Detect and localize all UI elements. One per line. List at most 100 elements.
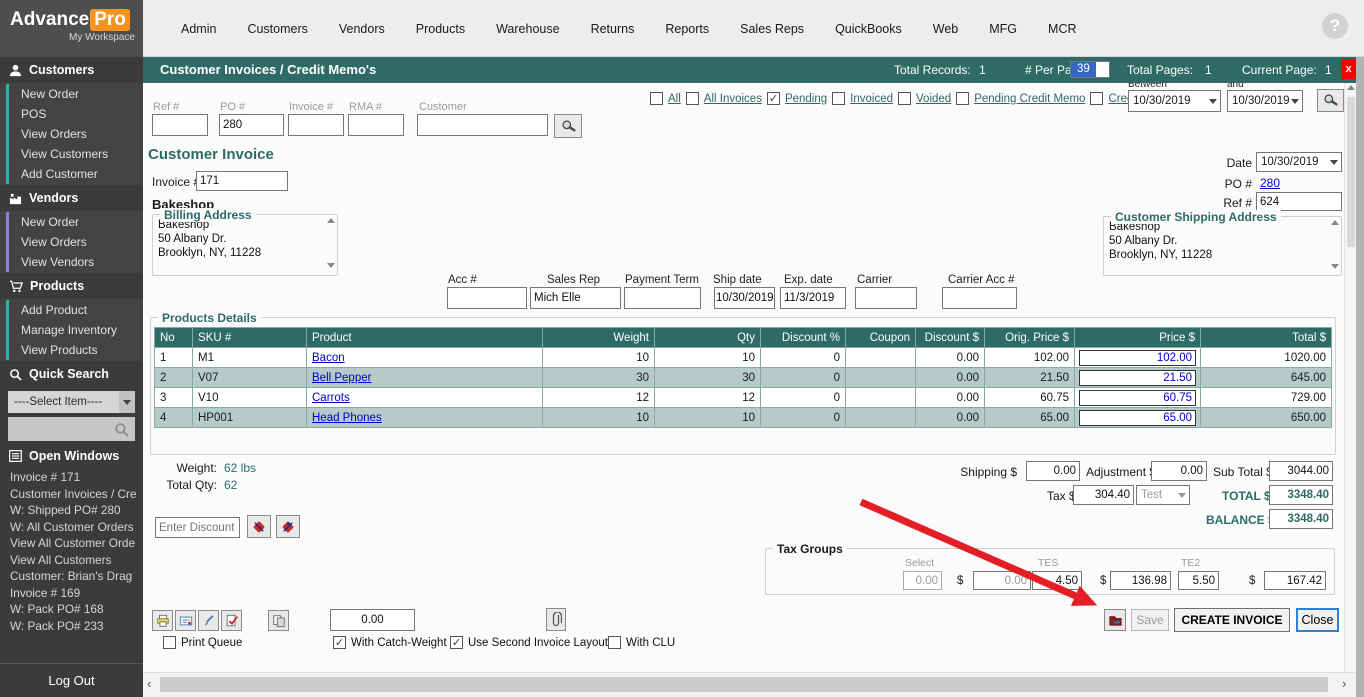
- open-window-item[interactable]: View All Customers: [0, 552, 143, 569]
- print-button[interactable]: [152, 610, 173, 631]
- vertical-scroll-thumb[interactable]: [1347, 97, 1355, 247]
- help-icon[interactable]: ?: [1322, 13, 1348, 39]
- filter-pending-credit-memo-label[interactable]: Pending Credit Memo: [974, 93, 1085, 105]
- scroll-down-icon[interactable]: [1331, 264, 1339, 269]
- open-window-item[interactable]: Invoice # 169: [0, 585, 143, 602]
- open-window-item[interactable]: Customer: Brian's Drag: [0, 568, 143, 585]
- nav-returns[interactable]: Returns: [591, 22, 635, 36]
- po-search-input[interactable]: [219, 114, 284, 136]
- billing-scroll[interactable]: [327, 218, 335, 268]
- horizontal-scroll-thumb[interactable]: [160, 677, 1328, 692]
- nav-quickbooks[interactable]: QuickBooks: [835, 22, 902, 36]
- scroll-right-icon[interactable]: ›: [1342, 676, 1346, 691]
- filter-pending-credit-memo-checkbox[interactable]: [956, 92, 969, 105]
- filter-all-invoices-label[interactable]: All Invoices: [704, 93, 762, 105]
- date-from-select[interactable]: 10/30/2019: [1128, 90, 1221, 112]
- exp-date-input[interactable]: [780, 287, 846, 309]
- quick-search-select[interactable]: ----Select Item----: [8, 391, 135, 413]
- sidebar-item-vendor-view-orders[interactable]: View Orders: [6, 232, 143, 252]
- price-input[interactable]: 60.75: [1079, 390, 1196, 406]
- product-link[interactable]: Head Phones: [312, 412, 382, 424]
- open-window-item[interactable]: W: Shipped PO# 280: [0, 502, 143, 519]
- nav-vendors[interactable]: Vendors: [339, 22, 385, 36]
- nav-admin[interactable]: Admin: [181, 22, 216, 36]
- nav-mcr[interactable]: MCR: [1048, 22, 1076, 36]
- nav-reports[interactable]: Reports: [665, 22, 709, 36]
- brush-button[interactable]: [198, 610, 219, 631]
- date-to-select[interactable]: 10/30/2019: [1227, 90, 1303, 112]
- quick-search-input[interactable]: [8, 417, 135, 441]
- sidebar-item-add-product[interactable]: Add Product: [6, 300, 143, 320]
- price-input[interactable]: 102.00: [1079, 350, 1196, 366]
- filter-invoiced-label[interactable]: Invoiced: [850, 93, 893, 105]
- open-window-item[interactable]: W: Pack PO# 233: [0, 618, 143, 635]
- void-button[interactable]: [221, 610, 242, 631]
- sidebar-item-pos[interactable]: POS: [6, 104, 143, 124]
- shipping-scroll[interactable]: [1331, 220, 1339, 269]
- ref-search-input[interactable]: [152, 114, 208, 136]
- nav-customers[interactable]: Customers: [247, 22, 307, 36]
- second-layout-checkbox[interactable]: ✓: [450, 636, 463, 649]
- sidebar-item-view-products[interactable]: View Products: [6, 340, 143, 360]
- scroll-up-icon[interactable]: [1331, 220, 1339, 225]
- carrier-input[interactable]: [855, 287, 917, 309]
- nav-web[interactable]: Web: [933, 22, 958, 36]
- attachment-button[interactable]: [546, 608, 566, 631]
- apply-discount-button[interactable]: [247, 515, 271, 538]
- filter-search-button[interactable]: [1317, 89, 1344, 112]
- tax-group-rate-input[interactable]: [903, 571, 942, 590]
- acc-input[interactable]: [447, 287, 527, 309]
- product-link[interactable]: Bacon: [312, 352, 345, 364]
- sidebar-item-manage-inventory[interactable]: Manage Inventory: [6, 320, 143, 340]
- horizontal-scrollbar[interactable]: ‹ ›: [143, 672, 1356, 697]
- open-window-item[interactable]: W: All Customer Orders: [0, 519, 143, 536]
- open-window-item[interactable]: Invoice # 171: [0, 469, 143, 486]
- customer-search-input[interactable]: [417, 114, 548, 136]
- sidebar-item-new-order[interactable]: New Order: [6, 84, 143, 104]
- filter-voided-checkbox[interactable]: [898, 92, 911, 105]
- tax-group-rate-input[interactable]: [1178, 571, 1219, 590]
- with-clu-checkbox[interactable]: [608, 636, 621, 649]
- ship-date-input[interactable]: [714, 287, 775, 309]
- po-link[interactable]: 280: [1260, 176, 1280, 190]
- scroll-up-icon[interactable]: [1347, 85, 1355, 90]
- catch-weight-checkbox[interactable]: ✓: [333, 636, 346, 649]
- create-invoice-button[interactable]: CREATE INVOICE: [1174, 608, 1290, 632]
- price-input[interactable]: 65.00: [1079, 410, 1196, 426]
- filter-all-label[interactable]: All: [668, 93, 681, 105]
- invoice-date-select[interactable]: 10/30/2019: [1256, 152, 1342, 172]
- filter-pending-label[interactable]: Pending: [785, 93, 827, 105]
- product-link[interactable]: Carrots: [312, 392, 350, 404]
- vertical-scrollbar[interactable]: [1344, 83, 1356, 672]
- adjustment-input[interactable]: [1151, 461, 1207, 481]
- logout-button[interactable]: Log Out: [0, 663, 143, 697]
- filter-voided-label[interactable]: Voided: [916, 93, 951, 105]
- search-button[interactable]: [554, 114, 582, 138]
- nav-warehouse[interactable]: Warehouse: [496, 22, 559, 36]
- close-window-button[interactable]: x: [1341, 59, 1356, 79]
- tax-group-rate-input[interactable]: [1032, 571, 1082, 590]
- sales-rep-input[interactable]: [530, 287, 621, 309]
- sidebar-item-view-orders[interactable]: View Orders: [6, 124, 143, 144]
- enter-discount-input[interactable]: [155, 517, 240, 538]
- amount-input[interactable]: [330, 609, 415, 631]
- sidebar-item-view-customers[interactable]: View Customers: [6, 144, 143, 164]
- open-window-item[interactable]: Customer Invoices / Cre: [0, 486, 143, 503]
- payment-term-input[interactable]: [624, 287, 701, 309]
- filter-invoiced-checkbox[interactable]: [832, 92, 845, 105]
- price-input[interactable]: 21.50: [1079, 370, 1196, 386]
- filter-credit-memo-checkbox[interactable]: [1090, 92, 1103, 105]
- scroll-left-icon[interactable]: ‹: [147, 676, 151, 691]
- filter-all-invoices-checkbox[interactable]: [686, 92, 699, 105]
- carrier-acc-input[interactable]: [942, 287, 1017, 309]
- per-page-input[interactable]: 39: [1070, 61, 1110, 78]
- copy-button[interactable]: [268, 610, 289, 631]
- open-window-item[interactable]: View All Customer Orde: [0, 535, 143, 552]
- sidebar-item-vendor-new-order[interactable]: New Order: [6, 212, 143, 232]
- ref-input[interactable]: [1256, 192, 1342, 211]
- tax-group-select[interactable]: Test: [1136, 485, 1190, 505]
- nav-mfg[interactable]: MFG: [989, 22, 1017, 36]
- open-window-item[interactable]: W: Pack PO# 168: [0, 601, 143, 618]
- print-queue-checkbox[interactable]: [163, 636, 176, 649]
- nav-sales-reps[interactable]: Sales Reps: [740, 22, 804, 36]
